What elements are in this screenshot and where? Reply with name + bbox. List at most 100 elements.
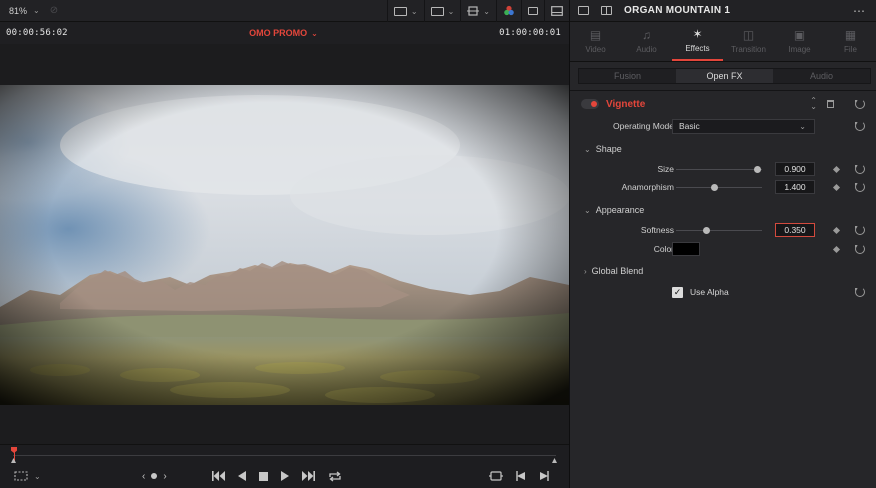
more-options-icon[interactable]: ⋯ (853, 4, 866, 18)
clip-display-button[interactable]: ⌄ (423, 0, 461, 22)
effect-enable-toggle[interactable] (581, 99, 599, 109)
viewer-size-button[interactable]: ⌄ (386, 0, 424, 22)
tab-label: Transition (731, 45, 766, 54)
jog-right-icon[interactable]: › (163, 471, 166, 482)
effect-header: Vignette ⌃ ⌄ (570, 94, 876, 114)
clip-thumbnail-icon[interactable] (578, 6, 589, 15)
reset-icon[interactable] (855, 287, 865, 297)
keyframe-icon[interactable] (832, 226, 841, 234)
play-icon[interactable] (281, 471, 289, 481)
transition-icon: ◫ (742, 28, 755, 42)
appearance-section-row[interactable]: ⌄ Appearance (570, 201, 876, 219)
tab-label: Effects (685, 44, 710, 53)
tab-image[interactable]: ▣ Image (774, 22, 825, 61)
loop-icon[interactable] (328, 470, 342, 482)
jog-control[interactable]: ‹ › (142, 464, 167, 488)
chevron-down-icon: ⌄ (584, 144, 591, 154)
subtab-fusion[interactable]: Fusion (579, 69, 676, 83)
color-swatch[interactable] (672, 242, 700, 256)
viewer-right-buttons (489, 464, 549, 488)
keyframe-icon[interactable] (832, 183, 841, 191)
split-icon[interactable]: ⊘ (50, 5, 58, 16)
viewer-panel: 81% ⌄ ⊘ ⌄ ⌄ ⌄ 00:00:56:02 OMO PROMO ⌄ 01… (0, 0, 569, 488)
appearance-section-header[interactable]: ⌄ Appearance (584, 205, 644, 215)
size-label: Size (657, 164, 674, 174)
size-value-field[interactable]: 0.900 (775, 162, 815, 176)
tab-video[interactable]: ▤ Video (570, 22, 621, 61)
reset-icon[interactable] (855, 99, 865, 109)
reset-icon[interactable] (855, 225, 865, 235)
tab-effects[interactable]: ✶ Effects (672, 22, 723, 61)
use-alpha-label: Use Alpha (690, 287, 729, 297)
trash-icon[interactable] (827, 100, 834, 108)
use-alpha-checkbox[interactable]: ✓ (672, 286, 683, 298)
size-slider[interactable] (676, 165, 762, 173)
shape-section-label: Shape (595, 144, 622, 154)
transform-button[interactable]: ⌄ (460, 0, 496, 22)
skip-back-icon[interactable] (212, 471, 225, 481)
mark-out-icon[interactable] (539, 471, 549, 481)
keyframe-icon[interactable] (832, 245, 841, 253)
chevron-down-icon: ⌄ (311, 28, 318, 38)
match-frame-icon[interactable] (489, 471, 503, 481)
timeline-selector[interactable]: OMO PROMO ⌄ (249, 28, 318, 38)
chevron-down-icon: ⌄ (447, 6, 455, 16)
video-frame[interactable] (0, 85, 569, 405)
shape-section-row[interactable]: ⌄ Shape (570, 140, 876, 158)
jog-left-icon[interactable]: ‹ (142, 471, 145, 482)
shape-section-header[interactable]: ⌄ Shape (584, 144, 622, 154)
reset-icon[interactable] (855, 164, 865, 174)
size-slider-knob[interactable] (754, 165, 762, 173)
scrub-track[interactable] (13, 455, 556, 456)
fullscreen-button[interactable] (544, 0, 569, 22)
reset-icon[interactable] (855, 244, 865, 254)
color-wheel-button[interactable] (496, 0, 521, 22)
inspector-header: ORGAN MOUNTAIN 1 ⋯ (570, 0, 876, 22)
viewer-scrubber[interactable] (0, 444, 569, 464)
reset-icon[interactable] (855, 121, 865, 131)
global-blend-row[interactable]: › Global Blend (570, 262, 876, 280)
anamorphism-slider-knob[interactable] (711, 183, 719, 191)
anamorphism-slider[interactable] (676, 183, 762, 191)
record-timecode: 01:00:00:01 (499, 28, 561, 38)
viewer-mode-button[interactable]: ⌄ (14, 464, 41, 488)
transport-controls: ⌄ ‹ › (0, 464, 569, 488)
subtab-open-fx[interactable]: Open FX (676, 69, 773, 83)
out-point-marker[interactable] (552, 458, 557, 463)
tab-label: Video (585, 45, 606, 54)
softness-value-field[interactable]: 0.350 (775, 223, 815, 237)
jog-dot-icon (151, 473, 158, 479)
file-icon: ▦ (844, 28, 857, 42)
keyframe-icon[interactable] (832, 165, 841, 173)
anamorphism-row: Anamorphism 1.400 (570, 178, 876, 196)
play-reverse-icon[interactable] (238, 471, 246, 481)
in-point-marker[interactable] (11, 458, 16, 463)
tab-file[interactable]: ▦ File (825, 22, 876, 61)
split-view-icon[interactable] (601, 6, 612, 15)
reorder-icon[interactable]: ⌃ ⌄ (810, 97, 817, 111)
effect-name[interactable]: Vignette (606, 99, 645, 110)
subtab-audio[interactable]: Audio (773, 69, 870, 83)
safe-area-button[interactable] (521, 0, 544, 22)
effects-subtabs: Fusion Open FX Audio (578, 68, 871, 84)
operating-mode-dropdown[interactable]: Basic ⌄ (672, 118, 815, 134)
zoom-level: 81% (9, 5, 28, 16)
color-label: Color (653, 244, 674, 254)
rectangle-icon (528, 7, 538, 15)
global-blend-section-header[interactable]: › Global Blend (584, 266, 643, 276)
reset-icon[interactable] (855, 182, 865, 192)
softness-slider-knob[interactable] (702, 226, 710, 234)
softness-slider[interactable] (676, 226, 762, 234)
anamorphism-value-field[interactable]: 1.400 (775, 180, 815, 194)
zoom-dropdown[interactable]: 81% ⌄ (0, 6, 40, 16)
timeline-name: OMO PROMO (249, 28, 308, 38)
skip-forward-icon[interactable] (302, 471, 315, 481)
softness-label: Softness (640, 225, 674, 235)
use-alpha-row: ✓ Use Alpha (570, 283, 876, 301)
clip-title: ORGAN MOUNTAIN 1 (624, 5, 731, 16)
stop-icon[interactable] (259, 471, 268, 481)
operating-mode-label: Operating Mode (613, 121, 674, 131)
tab-transition[interactable]: ◫ Transition (723, 22, 774, 61)
tab-audio[interactable]: ♫ Audio (621, 22, 672, 61)
mark-in-icon[interactable] (516, 471, 526, 481)
